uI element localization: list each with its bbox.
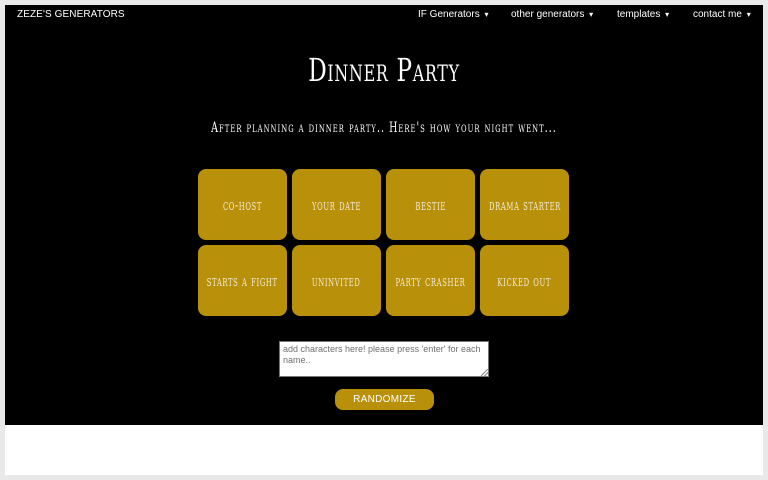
- tile-party-crasher[interactable]: party crasher: [386, 245, 475, 316]
- nav-contact-me[interactable]: contact me ▾: [693, 9, 751, 20]
- resize-handle-icon[interactable]: [481, 369, 488, 376]
- chevron-down-icon: ▾: [746, 10, 751, 19]
- character-grid: co-host your date bestie drama starter s…: [198, 169, 570, 316]
- tile-label: co-host: [222, 195, 263, 214]
- nav-if-generators[interactable]: IF Generators ▾: [418, 9, 489, 20]
- nav-templates-label: templates: [617, 9, 661, 20]
- tile-co-host[interactable]: co-host: [198, 169, 287, 240]
- characters-input[interactable]: [279, 341, 489, 377]
- tile-label: party crasher: [395, 271, 466, 290]
- tile-bestie[interactable]: bestie: [386, 169, 475, 240]
- tile-drama-starter[interactable]: drama starter: [480, 169, 569, 240]
- tile-label: starts a fight: [207, 271, 278, 290]
- site-brand-link[interactable]: ZEZE'S GENERATORS: [17, 9, 125, 20]
- tile-label: kicked out: [497, 271, 552, 290]
- nav-other-generators-label: other generators: [511, 9, 585, 20]
- chevron-down-icon: ▾: [665, 10, 670, 19]
- tile-kicked-out[interactable]: kicked out: [480, 245, 569, 316]
- tile-label: your date: [311, 195, 362, 214]
- randomize-button[interactable]: RANDOMIZE: [335, 389, 434, 410]
- tile-label: drama starter: [488, 195, 561, 214]
- chevron-down-icon: ▾: [589, 10, 594, 19]
- nav-if-generators-label: IF Generators: [418, 9, 480, 20]
- generator-stage: ZEZE'S GENERATORS IF Generators ▾ other …: [5, 5, 763, 425]
- tile-starts-a-fight[interactable]: starts a fight: [198, 245, 287, 316]
- nav-other-generators[interactable]: other generators ▾: [511, 9, 593, 20]
- tile-uninvited[interactable]: uninvited: [292, 245, 381, 316]
- nav-templates[interactable]: templates ▾: [617, 9, 669, 20]
- top-navbar: ZEZE'S GENERATORS IF Generators ▾ other …: [5, 5, 763, 25]
- tile-label: uninvited: [312, 271, 361, 290]
- page-frame: ZEZE'S GENERATORS IF Generators ▾ other …: [5, 5, 763, 475]
- tile-your-date[interactable]: your date: [292, 169, 381, 240]
- page-title: Dinner Party: [308, 51, 460, 89]
- tile-label: bestie: [415, 195, 446, 214]
- chevron-down-icon: ▾: [484, 10, 489, 19]
- page-subtitle: After planning a dinner party.. Here's h…: [211, 120, 557, 136]
- nav-contact-me-label: contact me: [693, 9, 742, 20]
